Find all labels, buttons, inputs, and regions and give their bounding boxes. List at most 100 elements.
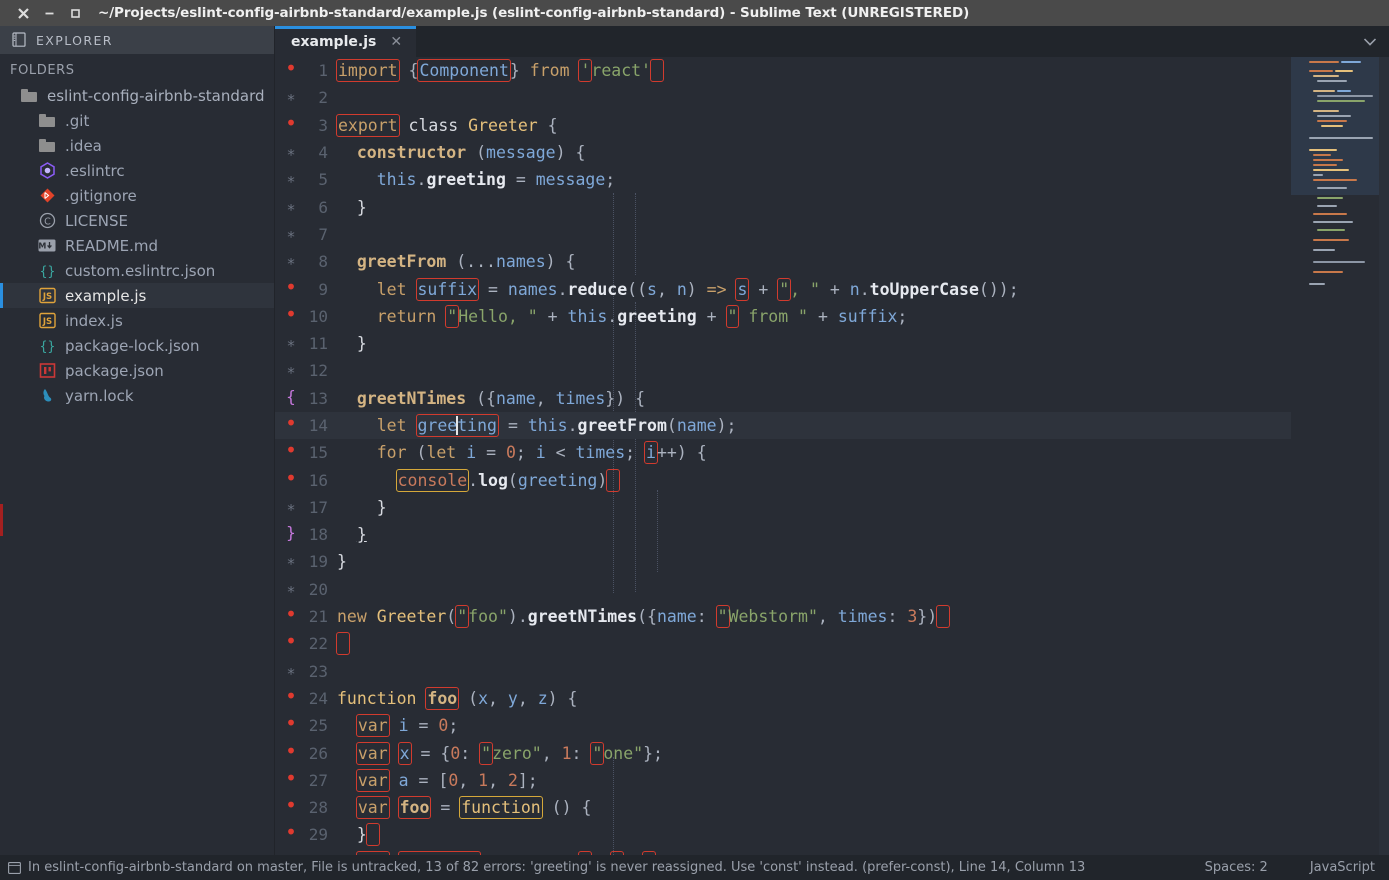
code-line[interactable]: • 25 var i = 0;	[275, 712, 1291, 739]
minimap-line	[1313, 221, 1353, 223]
code-line[interactable]: • 10 return "Hello, " + this.greeting + "…	[275, 303, 1291, 330]
code-text: var a = [0, 1, 2];	[355, 768, 538, 792]
minimap-line	[1313, 271, 1343, 273]
code-line[interactable]: ∗ 2	[275, 84, 1291, 111]
error-marker-icon: •	[284, 438, 298, 463]
text-caret	[456, 416, 459, 435]
code-line[interactable]: } 18 }	[275, 521, 1291, 548]
minimap-line	[1341, 61, 1361, 63]
close-icon[interactable]	[10, 2, 36, 24]
line-number: 3	[318, 115, 328, 135]
code-line[interactable]: ∗ 23	[275, 658, 1291, 685]
code-line[interactable]: ∗ 12	[275, 357, 1291, 384]
code-line[interactable]: ∗ 6 }	[275, 193, 1291, 220]
code-line[interactable]: • 15 for (let i = 0; i < times; i++) {	[275, 439, 1291, 466]
code-line[interactable]: • 9 let suffix = names.reduce((s, n) => s…	[275, 275, 1291, 302]
code-line[interactable]: ∗ 17 }	[275, 494, 1291, 521]
code-text: return "Hello, " + this.greeting + " fro…	[376, 304, 908, 328]
code-text: }	[356, 525, 367, 545]
code-line[interactable]: ∗ 5 this.greeting = message;	[275, 166, 1291, 193]
code-line[interactable]: ∗ 7	[275, 221, 1291, 248]
sidebar-item-custom-eslintrc-json[interactable]: {} custom.eslintrc.json	[0, 258, 274, 283]
sidebar-item-example-js[interactable]: JS example.js	[0, 283, 274, 308]
code-line[interactable]: • 16 console.log(greeting)	[275, 466, 1291, 493]
code-scroll[interactable]: • 1 import {Component} from 'react' ∗ 2 • 3…	[275, 57, 1291, 855]
line-number: 28	[308, 798, 328, 818]
folder-icon	[20, 87, 38, 105]
sidebar-item-package-lock-json[interactable]: {} package-lock.json	[0, 333, 274, 358]
minimap-line	[1313, 164, 1337, 166]
gutter: ∗ 4	[275, 143, 337, 162]
layout-icon[interactable]	[8, 861, 21, 874]
indent-setting[interactable]: Spaces: 2	[1205, 860, 1268, 875]
line-number: 12	[308, 361, 328, 381]
code-line[interactable]: ∗ 19 }	[275, 548, 1291, 575]
error-marker-icon: •	[284, 711, 298, 736]
editor-pane: example.js ✕ • 1 import {Component} from…	[275, 26, 1389, 855]
code-area[interactable]: • 1 import {Component} from 'react' ∗ 2 • 3…	[275, 57, 1389, 855]
code-line[interactable]: • 29 }	[275, 821, 1291, 848]
sidebar-item-license[interactable]: C LICENSE	[0, 208, 274, 233]
maximize-icon[interactable]	[62, 2, 88, 24]
close-icon[interactable]: ✕	[390, 35, 402, 49]
code-line[interactable]: • 24 function foo (x, y, z) {	[275, 685, 1291, 712]
status-message: In eslint-config-airbnb-standard on mast…	[28, 860, 1086, 875]
gutter: • 27	[275, 768, 337, 790]
scrollbar-vertical[interactable]	[1379, 57, 1389, 855]
error-marker-icon: •	[284, 57, 298, 81]
modified-marker-icon: ∗	[286, 170, 296, 189]
chevron-down-icon[interactable]	[1363, 26, 1377, 57]
gutter: • 16	[275, 468, 337, 490]
sidebar-item-idea[interactable]: .idea	[0, 133, 274, 158]
code-text: var i = 0;	[355, 714, 459, 738]
sidebar-item-yarn-lock[interactable]: yarn.lock	[0, 383, 274, 408]
tab-example-js[interactable]: example.js ✕	[275, 26, 417, 57]
code-line[interactable]: • 21 new Greeter("foo").greetNTimes({name…	[275, 603, 1291, 630]
code-line[interactable]: {13 greetNTimes ({name, times}) {	[275, 385, 1291, 412]
minimap-line	[1337, 90, 1351, 92]
fold-close-icon[interactable]: }	[283, 525, 299, 541]
minimap-line	[1313, 159, 1343, 161]
error-marker-icon: •	[284, 110, 298, 135]
minimap-line	[1313, 169, 1349, 171]
tree-root-folder[interactable]: eslint-config-airbnb-standard	[0, 83, 274, 108]
code-line[interactable]: • 22	[275, 630, 1291, 657]
code-line-active[interactable]: • 14 let greeting = this.greetFrom(name);	[275, 411, 1291, 440]
sidebar-item-eslintrc[interactable]: .eslintrc	[0, 158, 274, 183]
modified-marker-icon: ∗	[286, 552, 296, 571]
sidebar-item-index-js[interactable]: JS index.js	[0, 308, 274, 333]
gutter: ∗ 2	[275, 88, 337, 107]
code-text: new Greeter("foo").greetNTimes({name: "W…	[337, 605, 1291, 629]
sidebar-item-readme[interactable]: M README.md	[0, 233, 274, 258]
sidebar-item-git[interactable]: .git	[0, 108, 274, 133]
code-line[interactable]: • 30 var asyncFoo = async (x, y, z) => {	[275, 849, 1291, 855]
minimap-line	[1313, 154, 1331, 156]
code-line[interactable]: ∗ 8 greetFrom (...names) {	[275, 248, 1291, 275]
main-row: EXPLORER FOLDERS eslint-config-airbnb-st…	[0, 26, 1389, 855]
code-line[interactable]: • 3 export class Greeter {	[275, 112, 1291, 139]
line-number: 26	[308, 743, 328, 763]
modified-marker-icon: ∗	[286, 143, 296, 162]
language-mode[interactable]: JavaScript	[1310, 860, 1375, 875]
code-line[interactable]: • 26 var x = {0: "zero", 1: "one"};	[275, 739, 1291, 766]
gutter: ∗ 6	[275, 198, 337, 217]
code-text: console.log(greeting)	[337, 468, 1291, 492]
fold-open-icon[interactable]: {	[283, 388, 299, 405]
explorer-header-label: EXPLORER	[36, 32, 113, 48]
code-line[interactable]: ∗ 4 constructor (message) {	[275, 139, 1291, 166]
code-line[interactable]: • 28 var foo = function () {	[275, 794, 1291, 821]
minimize-icon[interactable]	[36, 2, 62, 24]
sidebar-item-gitignore[interactable]: .gitignore	[0, 183, 274, 208]
list-item-label: .eslintrc	[65, 161, 125, 180]
list-item-label: .git	[65, 111, 90, 130]
code-line[interactable]: • 1 import {Component} from 'react'	[275, 57, 1291, 84]
svg-text:M: M	[38, 242, 46, 251]
sidebar-item-package-json[interactable]: package.json	[0, 358, 274, 383]
code-line[interactable]: ∗ 20	[275, 576, 1291, 603]
code-text	[336, 632, 1291, 656]
code-line[interactable]: ∗ 11 }	[275, 330, 1291, 357]
line-number: 2	[318, 88, 328, 108]
minimap[interactable]	[1291, 57, 1389, 855]
minimap-line	[1313, 239, 1349, 241]
code-line[interactable]: • 27 var a = [0, 1, 2];	[275, 767, 1291, 794]
